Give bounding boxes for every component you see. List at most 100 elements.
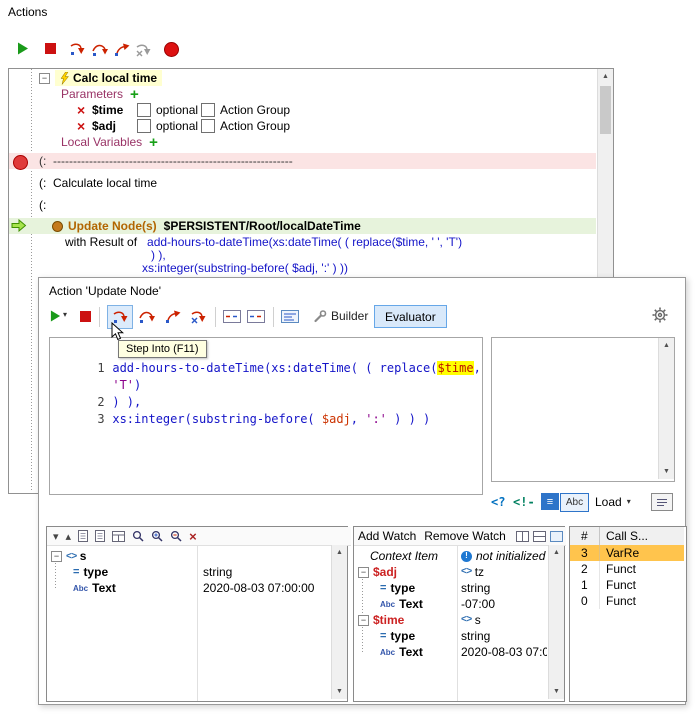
run-button[interactable] [16,41,30,55]
builder-button[interactable]: Builder [307,305,374,327]
scroll-down-icon[interactable]: ▼ [332,684,347,699]
column-header-name[interactable]: Call S... [600,527,648,545]
update-node-row[interactable]: Update Node(s) $PERSISTENT/Root/localDat… [9,218,596,234]
scroll-up-icon[interactable]: ▲ [598,69,613,84]
comment-toggle[interactable]: <!- [513,495,535,509]
comment-separator-text: (: -------------------------------------… [39,154,293,168]
step-out-button[interactable] [112,41,130,57]
collapse-icon[interactable]: − [358,567,369,578]
collapse-icon[interactable]: − [39,73,50,84]
text-view-button[interactable]: Abc [560,493,589,512]
action-group-checkbox[interactable] [201,103,215,117]
tree-row-parameters[interactable]: Parameters + [61,86,139,102]
watch-text-row[interactable]: Abc Text [380,644,423,660]
column-divider[interactable] [197,545,198,701]
tree-row-action-group[interactable]: − Calc local time [39,70,162,86]
scroll-down-icon[interactable]: ▼ [659,464,674,479]
code-string: ':' [365,412,387,426]
evaluator-button[interactable]: Evaluator [374,305,447,328]
run-dropdown-icon[interactable]: ▾ [63,310,67,319]
variable-root-row[interactable]: − <> s [51,548,86,564]
tree-row-param-adj[interactable]: × $adj optional Action Group [77,118,290,134]
watch-type-row[interactable]: = type [380,580,415,596]
with-result-row[interactable]: with Result of add-hours-to-dateTime(xs:… [65,234,462,250]
variables-toolbar: ▾ ▴ × [47,527,351,546]
breakpoint-marker[interactable] [13,155,28,170]
comment-open-row[interactable]: (: [39,197,46,213]
collapse-icon[interactable]: − [51,551,62,562]
insert-comment-button[interactable] [223,310,241,323]
step-out-button[interactable] [163,308,181,324]
record-breakpoint-button[interactable] [164,42,179,57]
watch-var-row[interactable]: − $adj [358,564,397,580]
step-over-button[interactable] [137,308,155,324]
callstack-row[interactable]: 0 Funct [570,593,684,609]
action-group-checkbox[interactable] [201,119,215,133]
tree-row-local-variables[interactable]: Local Variables + [61,134,158,150]
xmldecl-toggle[interactable]: <? [491,495,505,509]
export-result-button[interactable] [651,493,673,511]
tree-row-param-time[interactable]: × $time optional Action Group [77,102,290,118]
zoom-in-icon[interactable] [151,530,163,542]
run-button[interactable] [49,309,61,322]
sort-ascending-icon[interactable]: ▴ [66,530,72,543]
context-item-row[interactable]: Context Item [370,548,438,564]
layout-single-icon[interactable] [550,531,563,542]
add-watch-button[interactable]: Add Watch [358,529,416,543]
add-local-variable-icon[interactable]: + [149,134,158,151]
delete-param-icon[interactable]: × [77,102,92,118]
variable-type-row[interactable]: = type [73,564,108,580]
stop-debugger-button[interactable] [134,41,152,57]
callstack-row[interactable]: 2 Funct [570,561,684,577]
abc-icon: Abc [566,497,583,508]
settings-gear-icon[interactable] [651,306,668,323]
remove-comment-button[interactable] [247,310,265,323]
optional-checkbox[interactable] [137,119,151,133]
xpath-editor[interactable]: 1add-hours-to-dateTime(xs:dateTime( ( re… [49,337,483,495]
copy-all-icon[interactable] [95,530,105,542]
grid-view-icon[interactable] [112,531,125,542]
main-toolbar [0,36,700,64]
watch-var-row[interactable]: − $time [358,612,404,628]
variables-scrollbar[interactable]: ▲ ▼ [331,545,347,699]
scroll-thumb[interactable] [600,86,611,134]
code-text: , [351,412,365,426]
optional-checkbox[interactable] [137,103,151,117]
callstack-row[interactable]: 3 VarRe [570,545,684,561]
stop-debugger-button[interactable] [189,308,207,324]
delete-param-icon[interactable]: × [77,118,92,134]
evaluate-expression-icon[interactable] [281,310,299,323]
layout-rows-icon[interactable] [533,531,546,542]
add-parameter-icon[interactable]: + [130,86,139,103]
column-divider[interactable] [457,545,458,701]
watch-scrollbar[interactable]: ▲ ▼ [548,545,564,699]
zoom-out-icon[interactable] [170,530,182,542]
find-icon[interactable] [132,530,144,542]
scroll-up-icon[interactable]: ▲ [549,545,564,560]
value-view-button[interactable]: ≡ [541,493,559,510]
column-header-number[interactable]: # [570,527,600,545]
update-node-label: Update Node(s) [68,219,157,233]
remove-watch-button[interactable]: Remove Watch [424,529,506,543]
load-button[interactable]: Load ▾ [595,493,631,510]
sort-descending-icon[interactable]: ▾ [53,530,59,543]
comment-title-row[interactable]: (: Calculate local time [39,175,157,191]
step-into-button[interactable] [68,41,86,57]
comment-separator-row[interactable]: (: -------------------------------------… [9,153,596,169]
scroll-up-icon[interactable]: ▲ [659,338,674,353]
stop-button[interactable] [45,43,56,54]
watch-text-row[interactable]: Abc Text [380,596,423,612]
layout-grid-icon[interactable] [516,531,529,542]
scroll-up-icon[interactable]: ▲ [332,545,347,560]
scroll-down-icon[interactable]: ▼ [549,684,564,699]
watch-var-name: $adj [373,565,397,579]
copy-icon[interactable] [78,530,88,542]
variable-text-row[interactable]: Abc Text [73,580,116,596]
delete-icon[interactable]: × [189,529,197,544]
result-scrollbar[interactable]: ▲ ▼ [658,338,674,479]
watch-type-row[interactable]: = type [380,628,415,644]
step-over-button[interactable] [90,41,108,57]
callstack-row[interactable]: 1 Funct [570,577,684,593]
stop-button[interactable] [80,311,91,322]
collapse-icon[interactable]: − [358,615,369,626]
